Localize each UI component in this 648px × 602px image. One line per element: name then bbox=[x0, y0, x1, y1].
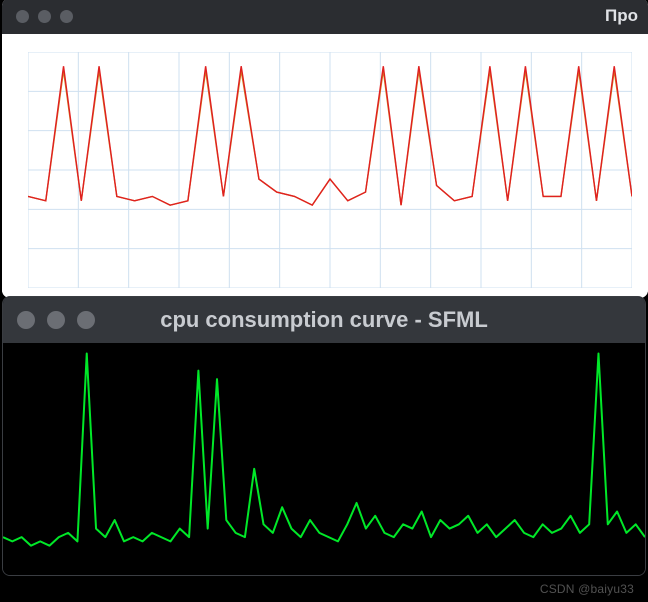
window-sfml-chart: cpu consumption curve - SFML bbox=[2, 296, 646, 576]
traffic-lights bbox=[16, 10, 73, 23]
line-chart-cpu bbox=[3, 343, 645, 575]
window-title-sfml: cpu consumption curve - SFML bbox=[160, 307, 488, 333]
window-top-chart: Про bbox=[2, 0, 648, 298]
close-icon[interactable] bbox=[16, 10, 29, 23]
close-icon[interactable] bbox=[17, 311, 35, 329]
zoom-icon[interactable] bbox=[77, 311, 95, 329]
titlebar-sfml: cpu consumption curve - SFML bbox=[3, 297, 645, 343]
window-title-top: Про bbox=[605, 6, 638, 26]
traffic-lights bbox=[17, 311, 95, 329]
chart-area-sfml bbox=[3, 343, 645, 575]
watermark: CSDN @baiyu33 bbox=[540, 582, 634, 596]
chart-area-top bbox=[2, 34, 648, 298]
minimize-icon[interactable] bbox=[47, 311, 65, 329]
zoom-icon[interactable] bbox=[60, 10, 73, 23]
minimize-icon[interactable] bbox=[38, 10, 51, 23]
titlebar-top: Про bbox=[2, 0, 648, 34]
line-chart-grid bbox=[28, 52, 632, 288]
